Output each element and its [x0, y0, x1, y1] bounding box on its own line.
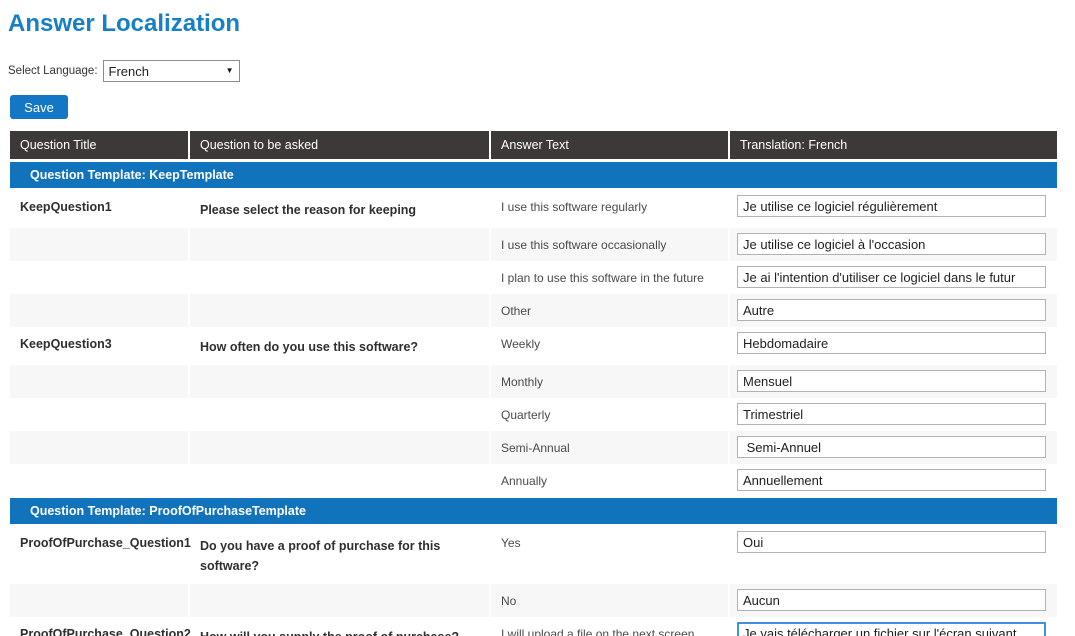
question-cell	[190, 365, 491, 398]
translation-input[interactable]	[737, 436, 1046, 458]
table-row: I use this software occasionally	[10, 228, 1057, 261]
question-cell	[190, 431, 491, 464]
translation-cell	[730, 327, 1057, 365]
table-row: ProofOfPurchase_Question1Do you have a p…	[10, 526, 1057, 584]
table-row: No	[10, 584, 1057, 617]
table-row: Other	[10, 294, 1057, 327]
question-cell	[190, 584, 491, 617]
question-cell: Please select the reason for keeping	[190, 190, 491, 228]
translation-input[interactable]	[737, 531, 1046, 553]
question-title-cell: ProofOfPurchase_Question2	[10, 617, 190, 636]
question-title-cell	[10, 584, 190, 617]
translation-input[interactable]	[737, 299, 1046, 321]
table-row: ProofOfPurchase_Question2How will you su…	[10, 617, 1057, 636]
translation-cell	[730, 398, 1057, 431]
section-header: Question Template: ProofOfPurchaseTempla…	[10, 498, 1057, 524]
language-select[interactable]: French	[103, 60, 240, 82]
answer-cell: I use this software occasionally	[491, 228, 730, 261]
translation-input[interactable]	[737, 233, 1046, 255]
column-header: Answer Text	[491, 131, 730, 159]
translation-input[interactable]	[737, 403, 1046, 425]
answer-cell: Annually	[491, 464, 730, 497]
question-cell: How often do you use this software?	[190, 327, 491, 365]
select-language-label: Select Language:	[8, 65, 98, 77]
question-cell	[190, 228, 491, 261]
translation-cell	[730, 431, 1057, 464]
question-title-cell	[10, 398, 190, 431]
localization-table: Question TitleQuestion to be askedAnswer…	[10, 131, 1057, 636]
translation-cell	[730, 294, 1057, 327]
language-select-wrap: French ▼	[103, 60, 240, 82]
table-row: KeepQuestion1Please select the reason fo…	[10, 190, 1057, 228]
answer-cell: I use this software regularly	[491, 190, 730, 228]
translation-input[interactable]	[737, 622, 1046, 636]
answer-cell: Monthly	[491, 365, 730, 398]
answer-localization-page: Answer Localization Select Language: Fre…	[0, 10, 1075, 636]
question-cell	[190, 464, 491, 497]
answer-cell: I will upload a file on the next screen	[491, 617, 730, 636]
save-button[interactable]: Save	[10, 95, 68, 119]
question-title-cell	[10, 228, 190, 261]
translation-input[interactable]	[737, 195, 1046, 217]
answer-cell: Weekly	[491, 327, 730, 365]
table-row: Semi-Annual	[10, 431, 1057, 464]
answer-cell: Semi-Annual	[491, 431, 730, 464]
question-cell	[190, 398, 491, 431]
question-cell	[190, 261, 491, 294]
answer-cell: Quarterly	[491, 398, 730, 431]
translation-input[interactable]	[737, 370, 1046, 392]
translation-input[interactable]	[737, 266, 1046, 288]
question-cell	[190, 294, 491, 327]
table-row: Annually	[10, 464, 1057, 497]
table-row: I plan to use this software in the futur…	[10, 261, 1057, 294]
translation-cell	[730, 464, 1057, 497]
answer-cell: Other	[491, 294, 730, 327]
language-controls: Select Language: French ▼	[8, 60, 1075, 82]
table-header-row: Question TitleQuestion to be askedAnswer…	[10, 131, 1057, 161]
page-title: Answer Localization	[8, 10, 1075, 38]
question-title-cell: KeepQuestion3	[10, 327, 190, 365]
question-title-cell	[10, 294, 190, 327]
column-header: Question to be asked	[190, 131, 491, 159]
section-header: Question Template: KeepTemplate	[10, 162, 1057, 188]
answer-cell: Yes	[491, 526, 730, 584]
translation-cell	[730, 365, 1057, 398]
translation-input[interactable]	[737, 589, 1046, 611]
translation-input[interactable]	[737, 332, 1046, 354]
table-row: Quarterly	[10, 398, 1057, 431]
question-title-cell	[10, 365, 190, 398]
answer-cell: I plan to use this software in the futur…	[491, 261, 730, 294]
question-title-cell	[10, 261, 190, 294]
translation-cell	[730, 617, 1057, 636]
translation-cell	[730, 261, 1057, 294]
table-row: Monthly	[10, 365, 1057, 398]
translation-input[interactable]	[737, 469, 1046, 491]
question-title-cell	[10, 464, 190, 497]
translation-cell	[730, 190, 1057, 228]
column-header: Question Title	[10, 131, 190, 159]
translation-cell	[730, 526, 1057, 584]
table-row: KeepQuestion3How often do you use this s…	[10, 327, 1057, 365]
answer-cell: No	[491, 584, 730, 617]
question-title-cell: ProofOfPurchase_Question1	[10, 526, 190, 584]
question-title-cell	[10, 431, 190, 464]
column-header: Translation: French	[730, 131, 1057, 159]
translation-cell	[730, 228, 1057, 261]
question-cell: Do you have a proof of purchase for this…	[190, 526, 491, 584]
question-title-cell: KeepQuestion1	[10, 190, 190, 228]
question-cell: How will you supply the proof of purchas…	[190, 617, 491, 636]
translation-cell	[730, 584, 1057, 617]
